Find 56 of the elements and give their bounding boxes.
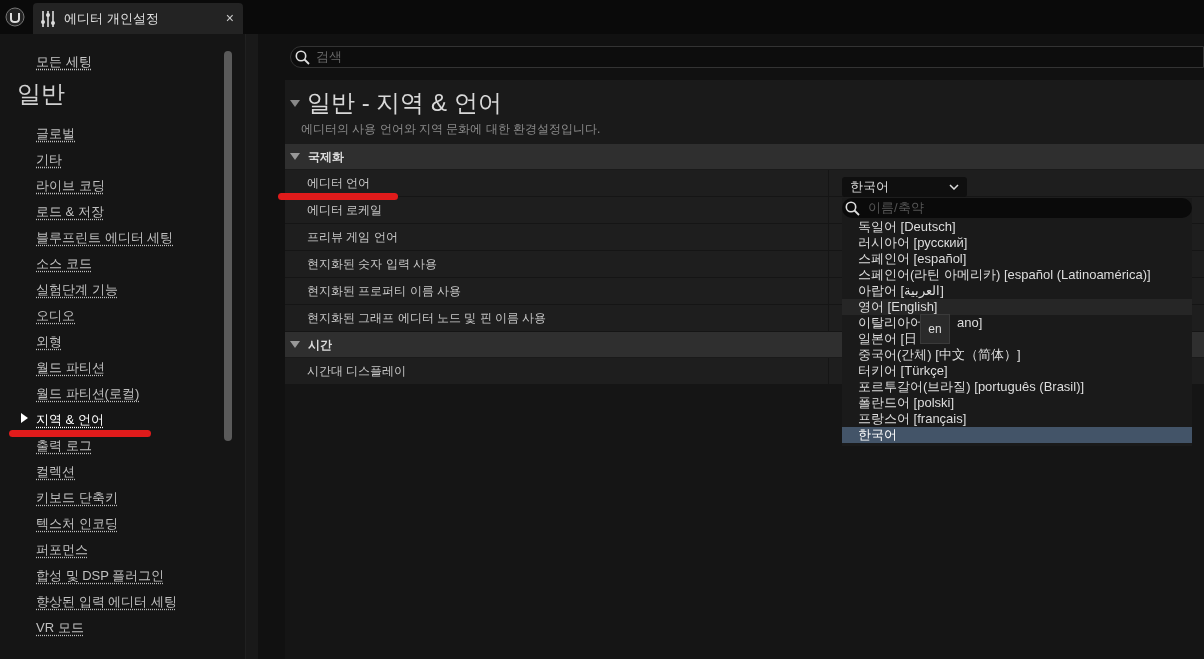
language-option[interactable]: 포르투갈어(브라질) [português (Brasil)]	[842, 379, 1192, 395]
property-label: 현지화된 그래프 에디터 노드 및 핀 이름 사용	[285, 305, 829, 331]
sidebar-link[interactable]: 글로벌	[36, 124, 75, 144]
sidebar-link[interactable]: 월드 파티션(로컬)	[36, 384, 140, 404]
language-option[interactable]: 영어 [English]	[842, 299, 1192, 315]
sidebar-link[interactable]: 라이브 코딩	[36, 176, 105, 196]
sidebar-link[interactable]: 텍스처 인코딩	[36, 514, 118, 534]
property-label: 에디터 로케일	[285, 197, 829, 223]
sidebar-link[interactable]: 향상된 입력 에디터 세팅	[36, 592, 177, 612]
property-label: 에디터 언어	[285, 170, 829, 196]
logo-icon	[5, 7, 25, 27]
language-option[interactable]: ano]	[957, 315, 983, 331]
sidebar-link[interactable]: VR 모드	[36, 618, 84, 638]
section-heading: 일반	[17, 80, 66, 108]
close-button[interactable]: ×	[223, 8, 236, 29]
sidebar-link[interactable]: 합성 및 DSP 플러그인	[36, 566, 165, 586]
language-option[interactable]: 한국어	[842, 427, 1192, 443]
language-option[interactable]: 폴란드어 [polski]	[842, 395, 1192, 411]
page-title: 일반 - 지역 & 언어	[307, 88, 502, 118]
sliders-icon	[40, 9, 56, 28]
category-header[interactable]: 국제화	[285, 144, 1204, 170]
search-icon	[845, 200, 860, 216]
language-dropdown[interactable]: 한국어	[842, 177, 967, 197]
sidebar-link[interactable]: 외형	[36, 332, 62, 352]
tooltip: en	[920, 314, 950, 344]
sidebar-link[interactable]: 소스 코드	[36, 254, 92, 274]
tab-title: 에디터 개인설정	[64, 9, 160, 28]
language-option[interactable]: 스페인어 [español]	[842, 251, 1192, 267]
language-option[interactable]: 스페인어(라틴 아메리카) [español (Latinoamérica)]	[842, 267, 1192, 283]
sidebar-link[interactable]: 로드 & 저장	[36, 202, 104, 222]
sidebar-link[interactable]: 블루프린트 에디터 세팅	[36, 228, 174, 248]
sidebar-link[interactable]: 오디오	[36, 306, 75, 326]
property-label: 현지화된 프로퍼티 이름 사용	[285, 278, 829, 304]
language-option[interactable]: 프랑스어 [français]	[842, 411, 1192, 427]
property-label: 시간대 디스플레이	[285, 358, 829, 384]
language-option[interactable]: 터키어 [Türkçe]	[842, 363, 1192, 379]
settings-tab[interactable]: 에디터 개인설정 ×	[33, 3, 243, 34]
sidebar-link[interactable]: 실험단계 기능	[36, 280, 118, 300]
language-option[interactable]: 아랍어 [العربية]	[842, 283, 1192, 299]
sidebar-link[interactable]: 출력 로그	[36, 436, 92, 456]
all-settings-link[interactable]: 모든 세팅	[36, 52, 92, 78]
chevron-icon	[949, 184, 959, 190]
property-label: 프리뷰 게임 언어	[285, 224, 829, 250]
sidebar-link[interactable]: 지역 & 언어	[36, 410, 104, 430]
sidebar-link[interactable]: 키보드 단축키	[36, 488, 118, 508]
language-option[interactable]: 독일어 [Deutsch]	[842, 219, 1192, 235]
sidebar-link[interactable]: 월드 파티션	[36, 358, 105, 378]
collapse-icon[interactable]	[290, 99, 300, 107]
sidebar-link[interactable]: 기타	[36, 150, 62, 170]
page-description: 에디터의 사용 언어와 지역 문화에 대한 환경설정입니다.	[301, 121, 602, 138]
search-icon	[295, 49, 310, 65]
sidebar-link[interactable]: 퍼포먼스	[36, 540, 88, 560]
language-option[interactable]: 러시아어 [русский]	[842, 235, 1192, 251]
sidebar-link[interactable]: 컬렉션	[36, 462, 75, 482]
property-label: 현지화된 숫자 입력 사용	[285, 251, 829, 277]
scrollbar-thumb[interactable]	[224, 51, 232, 441]
